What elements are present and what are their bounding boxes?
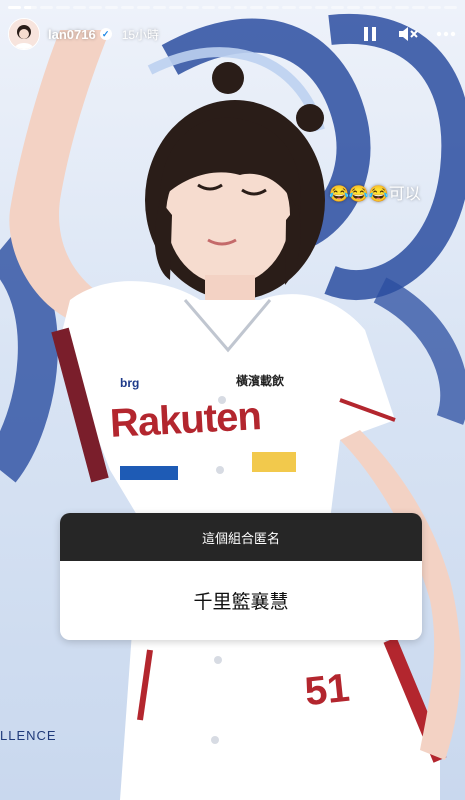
story-progress-segment — [72, 6, 86, 9]
story-progress-segment — [282, 6, 296, 9]
story-progress-segment — [443, 6, 457, 9]
jersey-team-text: 橫濱載飲 — [236, 374, 285, 388]
story-progress-fill — [24, 6, 32, 9]
story-progress-segment — [185, 6, 199, 9]
story-progress-segment — [250, 6, 264, 9]
story-progress-segment — [395, 6, 409, 9]
story-progress-segment — [379, 6, 393, 9]
story-caption: 😂😂😂可以 — [329, 186, 421, 203]
jersey-number: 51 — [302, 665, 352, 715]
story-progress-segment — [120, 6, 135, 9]
story-progress-segment — [217, 6, 231, 9]
story-progress-segment — [314, 6, 328, 9]
avatar-image — [9, 19, 39, 49]
story-progress-segment — [104, 6, 118, 9]
jersey-brand-logo: Rakuten — [108, 394, 262, 446]
story-progress-segment — [266, 6, 280, 9]
story-progress-segment — [169, 6, 183, 9]
story-progress-segment — [88, 6, 102, 9]
question-sticker[interactable]: 這個組合匿名 千里籃襄慧 — [60, 513, 422, 640]
story-progress-segment — [8, 6, 22, 9]
header-controls — [359, 23, 457, 45]
story-progress-fill — [8, 6, 22, 9]
story-progress-segment — [411, 6, 425, 9]
post-time: 15小時 — [121, 27, 160, 42]
story-progress-segment — [427, 6, 441, 9]
story-viewer[interactable]: brg 橫濱載飲 Rakuten 51 LLENCE lan0716 ✓ 15小… — [0, 0, 465, 800]
story-progress-segment — [363, 6, 377, 9]
story-progress-segment — [56, 6, 70, 9]
story-progress-segment — [298, 6, 312, 9]
more-icon[interactable] — [435, 23, 457, 45]
verified-badge-icon: ✓ — [99, 28, 112, 40]
username[interactable]: lan0716 — [48, 27, 96, 42]
story-progress-segment — [40, 6, 54, 9]
story-progress-segment — [24, 6, 38, 9]
question-prompt: 這個組合匿名 — [60, 513, 422, 561]
story-progress-segment — [153, 6, 167, 9]
story-progress-segment — [137, 6, 151, 9]
story-progress-bar — [8, 6, 457, 9]
story-progress-segment — [330, 6, 344, 9]
pause-icon[interactable] — [359, 23, 381, 45]
question-answer: 千里籃襄慧 — [60, 561, 422, 640]
jersey-sponsor-left: brg — [120, 376, 140, 390]
avatar[interactable] — [8, 18, 40, 50]
story-header: lan0716 ✓ 15小時 — [8, 16, 457, 52]
story-progress-segment — [233, 6, 248, 9]
banner-text: LLENCE — [0, 728, 57, 743]
mute-icon[interactable] — [397, 23, 419, 45]
story-progress-segment — [201, 6, 215, 9]
story-progress-segment — [346, 6, 361, 9]
